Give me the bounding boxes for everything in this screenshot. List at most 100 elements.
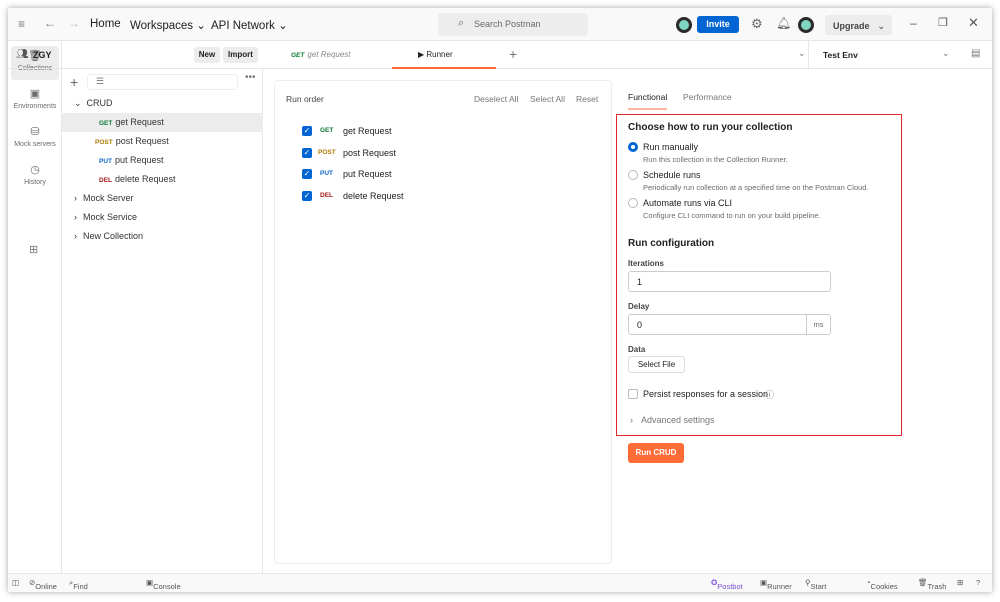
tree-request[interactable]: GET get Request (62, 113, 263, 132)
tree-collection[interactable]: › New Collection (62, 227, 263, 246)
help-icon[interactable]: ? (976, 578, 980, 587)
delay-input[interactable]: 0 ms (628, 314, 831, 335)
collection-name: Mock Server (83, 193, 134, 203)
request-name: put Request (115, 155, 164, 165)
postbot-button[interactable]: ✪ Postbot (711, 578, 743, 591)
collections-sidebar: + ☰ ••• ⌄ CRUD GET get Request POST post Re… (62, 69, 263, 573)
tab-runner[interactable]: ▶︎ Runner (392, 41, 496, 69)
select-file-button[interactable]: Select File (628, 356, 685, 373)
forward-icon[interactable]: → (68, 16, 80, 30)
find-replace-button[interactable]: ⌕ Find and replace (69, 578, 88, 592)
tree-collection[interactable]: › Mock Server (62, 189, 263, 208)
rail-history[interactable]: ◷ History (11, 160, 59, 194)
more-icon[interactable]: ••• (245, 72, 256, 83)
info-icon[interactable]: ⓘ (765, 388, 774, 401)
console-label: Console (153, 582, 181, 591)
checkbox-unchecked[interactable] (628, 389, 638, 399)
new-button[interactable]: New (194, 47, 220, 63)
tabs-dropdown-icon[interactable]: ⌄ (798, 48, 806, 59)
start-proxy-button[interactable]: ⚲ Start Proxy (805, 578, 830, 592)
tree-request[interactable]: DEL delete Request (62, 170, 263, 189)
minimize-icon[interactable]: – (910, 16, 917, 30)
trash-button[interactable]: 🗑︎ Trash (918, 578, 946, 591)
search-icon: ⌕ (458, 17, 465, 29)
checkbox-checked[interactable]: ✓ (302, 126, 312, 136)
method-badge: PUT (99, 158, 112, 165)
import-button[interactable]: Import (223, 47, 258, 63)
restore-icon[interactable]: ❐ (938, 16, 948, 29)
online-status[interactable]: ⊘ Online (29, 578, 57, 591)
invite-button[interactable]: Invite (697, 16, 739, 33)
tree-collection[interactable]: › Mock Service (62, 208, 263, 227)
menu-icon[interactable]: ≡ (18, 17, 25, 31)
delay-value: 0 (637, 320, 643, 330)
team-avatar[interactable] (676, 17, 692, 33)
checkbox-checked[interactable]: ✓ (302, 169, 312, 179)
iterations-input[interactable]: 1 (628, 271, 831, 292)
collection-name: Mock Service (83, 212, 138, 222)
environment-selector[interactable]: Test Env ⌄ ▤ (808, 41, 992, 69)
tab-performance[interactable]: Performance (683, 92, 732, 102)
rail-mock-servers[interactable]: ⛁ Mock servers (11, 122, 59, 156)
radio-selected[interactable] (628, 142, 638, 152)
console-button[interactable]: ▣ Console (146, 578, 181, 591)
new-tab-icon[interactable]: + (509, 46, 517, 62)
option-desc: Periodically run collection at a specifi… (643, 183, 869, 192)
workspace-header: 👥︎ ZGY New Import (8, 41, 263, 69)
chevron-down-icon: ⌄ (877, 21, 885, 31)
add-icon[interactable]: + (70, 74, 78, 90)
environment-name: Test Env (823, 50, 858, 60)
team-icon: 👥︎ (16, 49, 29, 60)
checkbox-checked[interactable]: ✓ (302, 148, 312, 158)
back-icon[interactable]: ← (44, 16, 56, 30)
user-avatar[interactable] (798, 17, 814, 33)
bell-icon[interactable]: 🔔︎ (776, 16, 791, 30)
toggle-sidebar-icon[interactable]: ◫ (12, 578, 19, 587)
search-input[interactable]: ⌕ Search Postman (438, 13, 588, 36)
layout-icon[interactable]: ⊞ (957, 578, 963, 587)
option-label: Schedule runs (643, 170, 701, 180)
method-badge: DEL (99, 177, 112, 184)
delay-unit: ms (806, 315, 830, 334)
reset-button[interactable]: Reset (576, 94, 598, 104)
advanced-settings-toggle[interactable]: › Advanced settings (630, 415, 715, 425)
option-label: Run manually (643, 142, 699, 152)
rail-environments[interactable]: ▣ Environments (11, 84, 59, 118)
cookies-label: Cookies (870, 582, 898, 591)
home-link[interactable]: Home (90, 18, 121, 30)
rail-label: Mock servers (14, 141, 56, 148)
method-badge: GET (99, 120, 113, 127)
filter-input[interactable]: ☰ (87, 74, 238, 90)
chevron-down-icon: ⌄ (74, 98, 82, 108)
request-name: get Request (343, 126, 392, 136)
close-icon[interactable]: ✕ (968, 15, 979, 31)
api-network-label: API Network (211, 20, 275, 32)
workspaces-menu[interactable]: Workspaces ⌄ (130, 18, 206, 32)
choose-title: Choose how to run your collection (628, 122, 793, 133)
collection-name: CRUD (86, 98, 113, 108)
tree-request[interactable]: PUT put Request (62, 151, 263, 170)
tree-collection-crud[interactable]: ⌄ CRUD (62, 94, 263, 113)
runner-button[interactable]: ▣ Runner (760, 578, 792, 591)
cookies-button[interactable]: ◔ Cookies (866, 578, 898, 591)
method-badge: POST (318, 149, 336, 156)
method-badge: DEL (320, 192, 333, 199)
tree-request[interactable]: POST post Request (62, 132, 263, 151)
tab-get-request[interactable]: GET get Request (291, 50, 351, 59)
environment-quick-look-icon[interactable]: ▤ (971, 48, 980, 59)
rail-label: History (24, 179, 46, 186)
workspace-name: ZGY (33, 50, 52, 60)
api-network-menu[interactable]: API Network ⌄ (211, 18, 288, 32)
run-crud-button[interactable]: Run CRUD (628, 443, 684, 463)
settings-icon[interactable]: ⚙ (751, 16, 763, 32)
environments-icon: ▣ (29, 88, 41, 100)
left-rail: 🗑︎ Collections ▣ Environments ⛁ Mock server… (8, 41, 62, 573)
configure-sidebar-icon[interactable]: ⊞ (29, 243, 38, 256)
radio-unselected[interactable] (628, 170, 638, 180)
checkbox-checked[interactable]: ✓ (302, 191, 312, 201)
select-all-button[interactable]: Select All (530, 94, 565, 104)
radio-unselected[interactable] (628, 198, 638, 208)
tab-functional[interactable]: Functional (628, 92, 668, 110)
upgrade-button[interactable]: Upgrade ⌄ (825, 15, 892, 35)
deselect-all-button[interactable]: Deselect All (474, 94, 518, 104)
